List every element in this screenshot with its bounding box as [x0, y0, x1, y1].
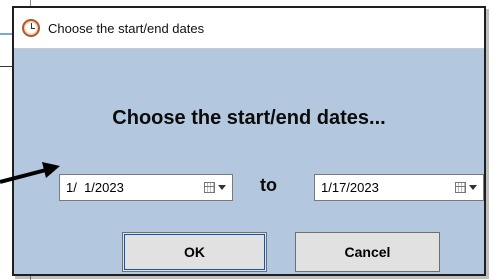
calendar-icon — [204, 182, 215, 193]
cancel-button[interactable]: Cancel — [295, 232, 440, 272]
calendar-icon — [455, 182, 466, 193]
ok-button[interactable]: OK — [122, 232, 267, 272]
end-date-value[interactable]: 1/17/2023 — [315, 180, 449, 195]
chevron-down-icon — [218, 185, 226, 190]
start-date-picker[interactable]: 1/ 1/2023 — [59, 174, 233, 201]
to-label: to — [260, 175, 277, 195]
start-date-dropdown-button[interactable] — [198, 175, 232, 200]
dialog-heading: Choose the start/end dates... — [112, 107, 386, 129]
end-date-dropdown-button[interactable] — [449, 175, 483, 200]
chevron-down-icon — [469, 185, 477, 190]
end-date-picker[interactable]: 1/17/2023 — [314, 174, 484, 201]
start-date-value[interactable]: 1/ 1/2023 — [60, 180, 198, 195]
date-range-dialog: Choose the start/end dates Choose the st… — [12, 6, 486, 276]
dialog-titlebar[interactable]: Choose the start/end dates — [14, 8, 484, 49]
dialog-title: Choose the start/end dates — [48, 20, 205, 36]
clock-icon — [22, 19, 40, 37]
annotation-arrow-icon — [0, 162, 60, 184]
